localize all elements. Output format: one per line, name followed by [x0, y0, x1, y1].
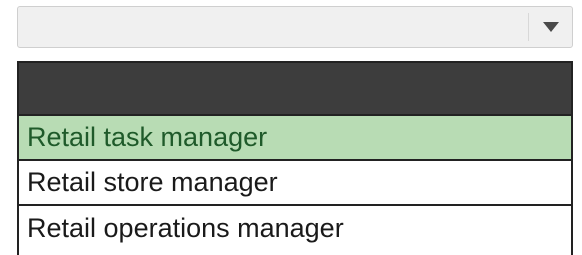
dropdown-option-retail-task-manager[interactable]: Retail task manager [19, 116, 571, 161]
role-dropdown[interactable] [17, 6, 573, 48]
option-label: Retail operations manager [27, 213, 344, 243]
caret-down-icon [542, 22, 559, 32]
dropdown-option-retail-store-manager[interactable]: Retail store manager [19, 161, 571, 206]
dropdown-list-header [19, 63, 571, 116]
option-label: Retail store manager [27, 167, 278, 197]
dropdown-option-retail-operations-manager[interactable]: Retail operations manager [19, 206, 571, 251]
option-label: Retail task manager [27, 122, 268, 152]
dropdown-toggle-button[interactable] [529, 7, 572, 47]
dropdown-list: Retail task manager Retail store manager… [17, 61, 573, 255]
